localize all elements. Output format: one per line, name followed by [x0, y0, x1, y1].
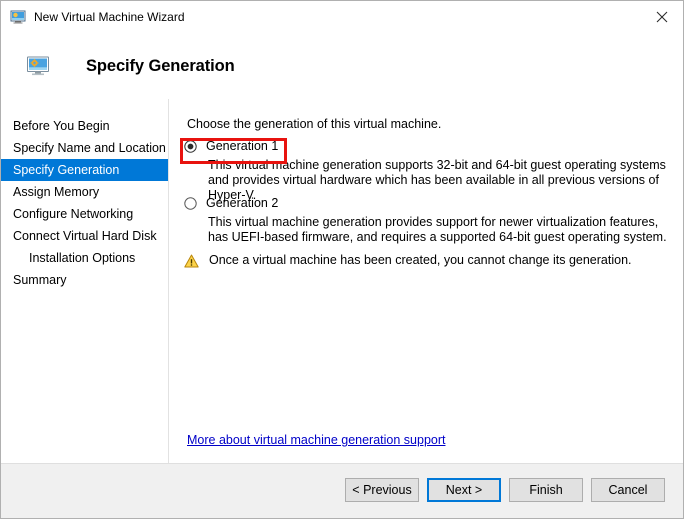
generation-warning-text: Once a virtual machine has been created,…: [209, 253, 632, 267]
generation-1-radio[interactable]: Generation 1: [184, 139, 278, 153]
content-pane: Choose the generation of this virtual ma…: [170, 99, 683, 463]
virtual-machine-monitor-icon: [26, 54, 50, 78]
previous-button[interactable]: < Previous: [345, 478, 419, 502]
sidebar-item-specify-generation[interactable]: Specify Generation: [1, 159, 168, 181]
next-button[interactable]: Next >: [427, 478, 501, 502]
sidebar-item-before-you-begin[interactable]: Before You Begin: [1, 115, 168, 137]
body-area: Before You Begin Specify Name and Locati…: [1, 99, 683, 463]
page-header: Specify Generation: [1, 33, 683, 99]
window-title: New Virtual Machine Wizard: [34, 10, 185, 24]
sidebar-item-specify-name-and-location[interactable]: Specify Name and Location: [1, 137, 168, 159]
new-virtual-machine-wizard-window: New Virtual Machine Wizard Specify Gener…: [0, 0, 684, 519]
generation-warning: Once a virtual machine has been created,…: [184, 253, 632, 268]
generation-1-description: This virtual machine generation supports…: [208, 158, 666, 202]
footer-button-group: < Previous Next > Finish Cancel: [345, 478, 665, 502]
finish-button[interactable]: Finish: [509, 478, 583, 502]
warning-triangle-icon: [184, 254, 199, 268]
radio-unselected-icon: [184, 196, 197, 210]
virtual-machine-monitor-icon: [10, 9, 26, 25]
cancel-button[interactable]: Cancel: [591, 478, 665, 502]
sidebar-item-summary[interactable]: Summary: [1, 269, 168, 291]
generation-2-description: This virtual machine generation provides…: [208, 215, 667, 244]
sidebar-item-configure-networking[interactable]: Configure Networking: [1, 203, 168, 225]
generation-2-radio[interactable]: Generation 2: [184, 196, 278, 210]
footer-bar: < Previous Next > Finish Cancel: [1, 463, 683, 518]
generation-2-label: Generation 2: [206, 196, 279, 210]
close-button[interactable]: [639, 1, 683, 32]
wizard-steps-sidebar: Before You Begin Specify Name and Locati…: [1, 99, 169, 463]
title-bar: New Virtual Machine Wizard: [1, 1, 683, 33]
sidebar-item-connect-virtual-hard-disk[interactable]: Connect Virtual Hard Disk: [1, 225, 168, 247]
generation-1-label: Generation 1: [206, 139, 279, 153]
radio-selected-icon: [184, 139, 197, 153]
page-title: Specify Generation: [86, 56, 235, 75]
sidebar-item-assign-memory[interactable]: Assign Memory: [1, 181, 168, 203]
sidebar-item-installation-options[interactable]: Installation Options: [1, 247, 168, 269]
more-about-generation-link[interactable]: More about virtual machine generation su…: [187, 433, 445, 447]
intro-text: Choose the generation of this virtual ma…: [187, 117, 442, 131]
